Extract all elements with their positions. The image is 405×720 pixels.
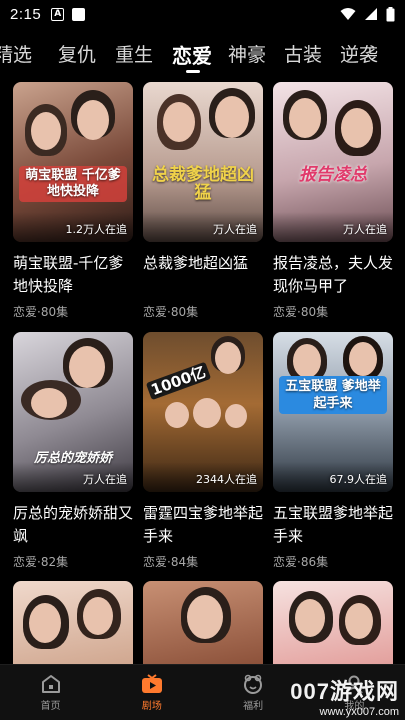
tab-counterattack[interactable]: 逆袭	[340, 40, 378, 67]
drama-poster[interactable]: 五宝联盟 爹地举起手来 67.9人在追	[273, 332, 393, 492]
home-icon	[40, 674, 62, 694]
drama-meta: 恋爱·86集	[273, 555, 329, 569]
theater-icon	[141, 673, 163, 694]
battery-icon	[386, 6, 395, 21]
tab-revenge[interactable]: 复仇	[58, 40, 96, 67]
drama-title[interactable]: 萌宝联盟-千亿爹地快投降	[13, 252, 133, 298]
drama-card[interactable]: 五宝联盟 爹地举起手来 67.9人在追 五宝联盟爹地举起手来 恋爱·86集	[273, 332, 393, 570]
nav-theater[interactable]: 剧场	[101, 665, 202, 720]
nav-theater-label: 剧场	[141, 700, 162, 712]
poster-title: 总裁爹地超凶猛	[152, 165, 254, 203]
nav-home[interactable]: 首页	[0, 665, 101, 720]
tab-romance[interactable]: 恋爱	[172, 40, 212, 69]
drama-title[interactable]: 雷霆四宝爹地举起手来	[143, 502, 263, 548]
wifi-icon	[340, 8, 356, 20]
tab-featured[interactable]: 精选	[0, 40, 32, 67]
drama-grid: 萌宝联盟 千亿爹地快投降 1.2万人在追 萌宝联盟-千亿爹地快投降 恋爱·80集…	[0, 82, 405, 664]
drama-poster[interactable]	[273, 581, 393, 664]
drama-card[interactable]	[143, 581, 263, 664]
drama-card[interactable]: 1000亿 2344人在追 雷霆四宝爹地举起手来 恋爱·84集	[143, 332, 263, 570]
drama-meta: 恋爱·84集	[143, 555, 199, 569]
watermark-url: www.yx007.com	[319, 706, 399, 718]
clock: 2:15	[10, 5, 42, 23]
drama-card[interactable]: 总裁爹地超凶猛 万人在追 总裁爹地超凶猛 恋爱·80集	[143, 82, 263, 320]
drama-card[interactable]: 萌宝联盟 千亿爹地快投降 1.2万人在追 萌宝联盟-千亿爹地快投降 恋爱·80集	[13, 82, 133, 320]
drama-card[interactable]	[273, 581, 393, 664]
status-bar: 2:15 A	[0, 0, 405, 28]
drama-poster[interactable]: 萌宝联盟 千亿爹地快投降 1.2万人在追	[13, 82, 133, 242]
drama-meta: 恋爱·82集	[13, 555, 69, 569]
category-tabs: 精选 复仇 重生 恋爱 神豪 古装 逆袭	[0, 34, 405, 74]
drama-card[interactable]	[13, 581, 133, 664]
poster-title: 五宝联盟 爹地举起手来	[279, 376, 387, 414]
drama-card[interactable]: 报告凌总 万人在追 报告凌总，夫人发现你马甲了 恋爱·80集	[273, 82, 393, 320]
site-watermark: 007游戏网 www.yx007.com	[290, 674, 399, 718]
welfare-icon	[242, 674, 264, 694]
view-count: 万人在追	[213, 223, 257, 236]
drama-poster[interactable]	[13, 581, 133, 664]
tab-rebirth[interactable]: 重生	[115, 40, 153, 67]
tab-costume[interactable]: 古装	[284, 40, 322, 67]
drama-title[interactable]: 厉总的宠娇娇甜又飒	[13, 502, 133, 548]
drama-poster[interactable]: 报告凌总 万人在追	[273, 82, 393, 242]
notification-square-icon	[72, 7, 86, 21]
view-count: 67.9人在追	[329, 473, 388, 486]
drama-poster[interactable]	[143, 581, 263, 664]
drama-title[interactable]: 总裁爹地超凶猛	[143, 252, 263, 298]
nav-home-label: 首页	[40, 700, 61, 712]
drama-card[interactable]: 厉总的宠娇娇 万人在追 厉总的宠娇娇甜又飒 恋爱·82集	[13, 332, 133, 570]
view-count: 万人在追	[83, 473, 127, 486]
bottom-nav: 首页 剧场 福利 我的 007游戏网 www.yx007.com	[0, 664, 405, 720]
drama-title[interactable]: 报告凌总，夫人发现你马甲了	[273, 252, 393, 298]
tab-tycoon[interactable]: 神豪	[228, 40, 266, 67]
notification-a-icon: A	[51, 7, 65, 21]
drama-meta: 恋爱·80集	[143, 305, 199, 319]
signal-icon	[365, 8, 377, 20]
poster-title: 报告凌总	[299, 165, 367, 185]
drama-poster[interactable]: 1000亿 2344人在追	[143, 332, 263, 492]
nav-welfare-label: 福利	[243, 700, 264, 712]
view-count: 2344人在追	[196, 473, 257, 486]
drama-title[interactable]: 五宝联盟爹地举起手来	[273, 502, 393, 548]
nav-welfare[interactable]: 福利	[203, 665, 304, 720]
poster-title: 萌宝联盟 千亿爹地快投降	[19, 166, 127, 202]
drama-meta: 恋爱·80集	[13, 305, 69, 319]
view-count: 1.2万人在追	[65, 223, 128, 236]
drama-meta: 恋爱·80集	[273, 305, 329, 319]
drama-poster[interactable]: 总裁爹地超凶猛 万人在追	[143, 82, 263, 242]
drama-poster[interactable]: 厉总的宠娇娇 万人在追	[13, 332, 133, 492]
view-count: 万人在追	[343, 223, 387, 236]
watermark-brand: 007游戏网	[290, 679, 399, 704]
active-tab-indicator	[186, 70, 200, 73]
